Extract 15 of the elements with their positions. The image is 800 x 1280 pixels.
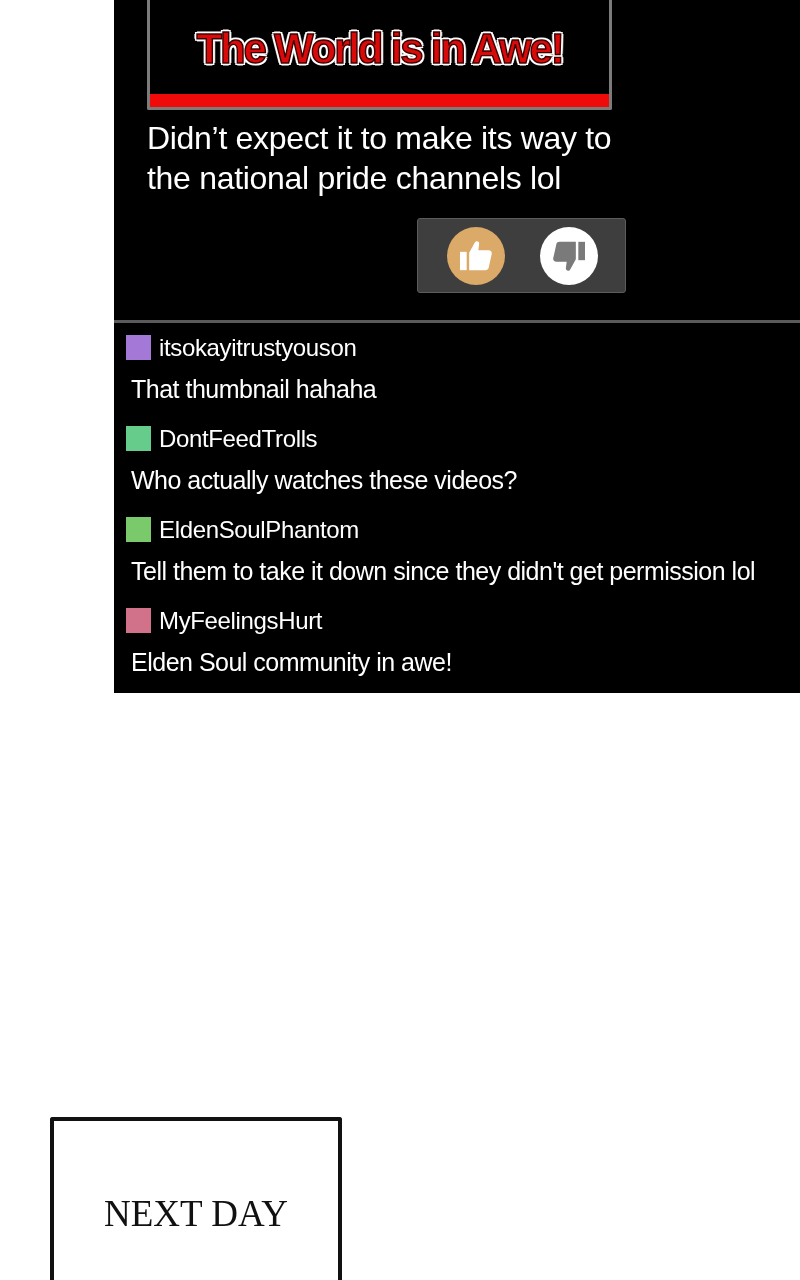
comment-text: Tell them to take it down since they didn't get permission lol <box>131 556 757 586</box>
thumbs-up-icon <box>460 239 492 272</box>
caption-text: NEXT DAY <box>104 1193 288 1234</box>
thumbnail-title: The World is in Awe! <box>196 26 563 72</box>
comment-text: Elden Soul community in awe! <box>131 647 453 677</box>
post-caption: Didn’t expect it to make its way to the national pride channels lol <box>147 119 613 198</box>
comment-text: That thumbnail hahaha <box>131 374 378 404</box>
thumbs-down-icon <box>553 239 585 272</box>
comment-username: DontFeedTrolls <box>159 424 318 453</box>
comment-username: MyFeelingsHurt <box>159 606 323 635</box>
comment-username: itsokayitrustyouson <box>159 333 357 362</box>
dislike-button[interactable] <box>540 226 598 285</box>
like-button[interactable] <box>447 226 505 285</box>
comment-text: Who actually watches these videos? <box>131 465 518 495</box>
comment-username: EldenSoulPhantom <box>159 515 359 544</box>
